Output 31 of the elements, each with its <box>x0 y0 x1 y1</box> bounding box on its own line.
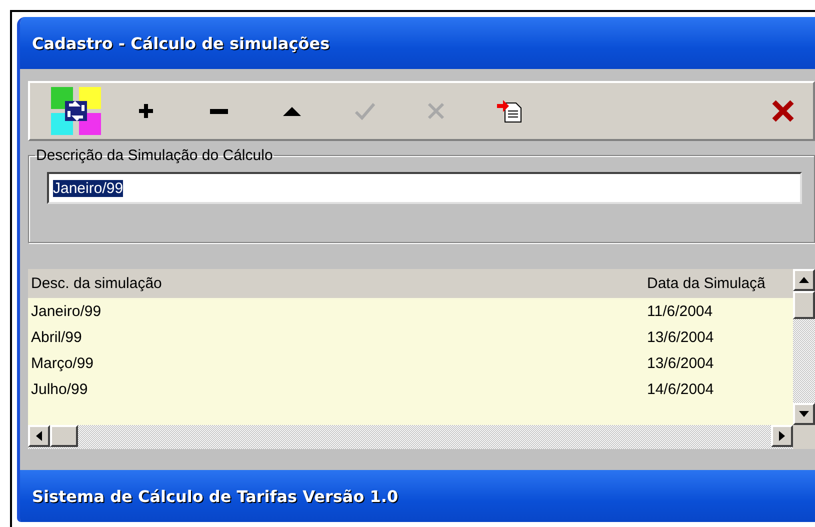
minus-icon <box>210 108 228 114</box>
table-cell-text: Janeiro/99 <box>30 302 102 320</box>
column-header[interactable]: Data da Simulaçã <box>647 275 793 292</box>
close-icon <box>771 100 795 122</box>
status-bar: Sistema de Cálculo de Tarifas Versão 1.0 <box>20 470 815 522</box>
vertical-scrollbar[interactable] <box>793 269 815 425</box>
window-title: Cadastro - Cálculo de simulações <box>20 17 815 69</box>
table-cell-text: 13/6/2004 <box>647 354 715 372</box>
table-cell-text: Março/99 <box>30 354 95 372</box>
description-field[interactable]: Janeiro/99 <box>47 172 802 204</box>
scroll-thumb[interactable] <box>50 425 78 447</box>
plus-icon <box>139 104 153 118</box>
down-arrow-icon <box>799 411 809 417</box>
scroll-thumb[interactable] <box>793 291 815 319</box>
right-arrow-icon <box>779 431 785 441</box>
table-cell-text: Abril/99 <box>30 328 83 346</box>
column-header[interactable]: Desc. da simulação <box>28 275 647 292</box>
up-arrow-icon <box>799 277 809 283</box>
group-label: Descrição da Simulação do Cálculo <box>35 147 274 164</box>
horizontal-scrollbar[interactable] <box>28 425 793 449</box>
table-cell-text: 13/6/2004 <box>647 328 715 346</box>
document-arrow-icon <box>496 99 524 123</box>
scrollbar-corner <box>793 425 815 449</box>
arrows-grid-icon <box>49 85 103 137</box>
table-cell-text: 14/6/2004 <box>647 380 715 398</box>
left-arrow-icon <box>36 431 42 441</box>
up-triangle-icon <box>283 106 301 116</box>
cross-icon <box>427 102 445 120</box>
check-icon <box>354 102 376 120</box>
table-cell-text: Julho/99 <box>30 380 89 398</box>
table-cell-text: 11/6/2004 <box>647 302 714 320</box>
